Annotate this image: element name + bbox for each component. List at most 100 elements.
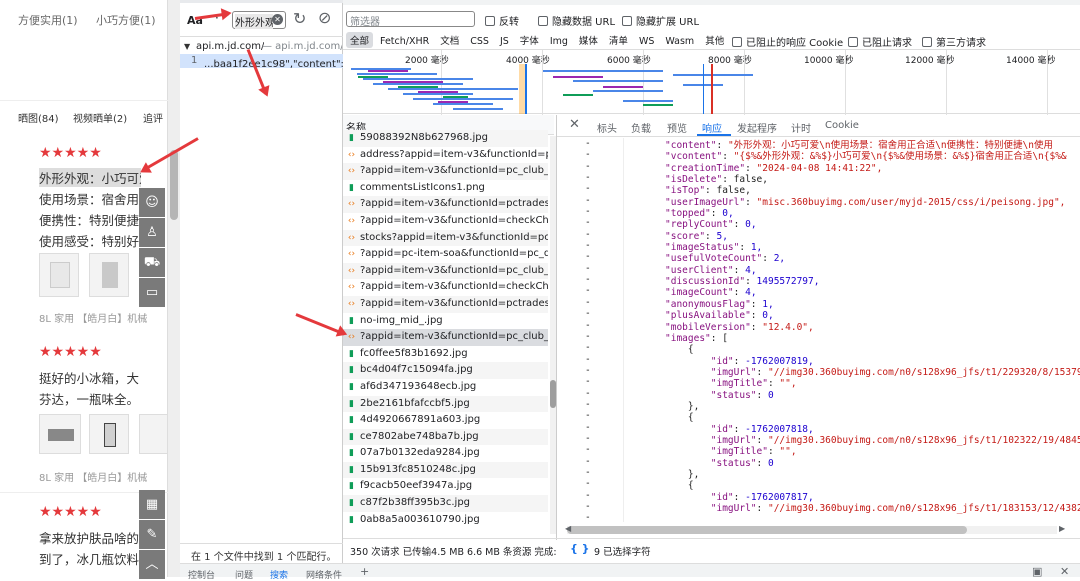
blocked-cookies-checkbox[interactable]: 已阻止的响应 Cookie [732,34,843,49]
review-photo[interactable] [89,253,129,297]
response-line: "usefulVoteCount": 2, [665,253,786,265]
selection-info: 9 已选择字符 [594,547,651,558]
request-row[interactable]: ▮ 0ab8a5a003610790.jpg [343,512,548,529]
request-row[interactable]: ▮ no-img_mid_.jpg [343,313,548,330]
type-manifest[interactable]: 清单 [604,32,632,48]
type-img[interactable]: Img [545,35,572,48]
drawer-tab-network-conditions[interactable]: 网络条件 [306,568,342,581]
type-fetch-xhr[interactable]: Fetch/XHR [376,35,434,48]
type-wasm[interactable]: Wasm [661,35,699,48]
response-viewer[interactable]: ---------------------------------- "cont… [557,138,1080,522]
compare-icon[interactable]: ▭ [139,278,165,307]
dock-icon[interactable]: ▣ [1032,565,1042,578]
blocked-requests-checkbox[interactable]: 已阻止请求 [848,34,912,49]
request-row[interactable]: ▮ 15b913fc8510248c.jpg [343,461,548,479]
review-photo[interactable] [39,253,79,297]
image-file-icon: ▮ [349,464,354,475]
search-result-row[interactable]: 1 ...baa1f2ee1c98","content":"外... [180,54,343,70]
close-icon[interactable]: ✕ [569,117,580,132]
review-photo[interactable] [39,414,81,454]
type-js[interactable]: JS [495,35,513,48]
review-photo[interactable] [139,414,168,454]
tab-timing[interactable]: 计时 [791,120,811,135]
rating-stars: ★★★★★ [39,504,102,520]
tab-initiator[interactable]: 发起程序 [737,120,777,135]
request-row[interactable]: ▮ bc4d04f7c15094fa.jpg [343,362,548,379]
tab-videos[interactable]: 视频晒单(2) [73,110,127,125]
request-row[interactable]: ▮ 07a7b0132eda9284.jpg [343,445,548,462]
type-css[interactable]: CSS [466,35,493,48]
drawer-tab-issues[interactable]: 问题 [235,568,253,581]
tab-headers[interactable]: 标头 [597,120,617,135]
pretty-print-icon[interactable]: { } [570,542,590,555]
response-line: { [665,412,694,424]
request-row[interactable]: ‹› ?appid=pc-item-soa&functionId=pc_detai… [343,246,548,263]
type-other[interactable]: 其他 [701,32,729,48]
drawer-tab-search[interactable]: 搜索 [270,568,288,581]
xhr-icon: ‹› [347,232,356,243]
type-font[interactable]: 字体 [515,32,543,48]
clear-results-icon[interactable]: ⊘ [318,8,331,27]
request-row[interactable]: ‹›?appid=item-v3&functionId=pc_club_pro.… [343,329,548,346]
filter-tag-compact[interactable]: 小巧方便(1) [96,12,156,28]
request-name: ?appid=item-v3&functionId=pc_club_pro... [360,165,548,177]
tab-preview[interactable]: 预览 [667,120,687,135]
clear-icon[interactable]: ✕ [272,14,283,25]
tab-cookie[interactable]: Cookie [825,120,859,131]
response-line: "mobileVersion": "12.4.0", [665,321,814,333]
request-row[interactable]: ▮ c87f2b38ff395b3c.jpg [343,495,548,512]
request-row[interactable]: ‹› ?appid=item-v3&functionId=checkChat&c.… [343,213,548,230]
result-file-path[interactable]: — api.m.jd.com/?... [262,41,342,52]
chat-icon[interactable]: ☺ [139,188,165,217]
request-row[interactable]: ‹›?appid=item-v3&functionId=pc_club_pro.… [343,262,548,280]
tab-payload[interactable]: 负载 [631,120,651,135]
scrollbar-thumb[interactable] [170,150,178,220]
type-all[interactable]: 全部 [346,32,374,48]
timeline-overview[interactable]: 2000 毫秒 4000 毫秒 6000 毫秒 8000 毫秒 10000 毫秒… [343,49,1080,115]
xhr-icon: ‹› [347,265,356,276]
invert-checkbox[interactable]: 反转 [485,13,519,28]
refresh-icon[interactable]: ↻ [293,9,306,28]
review-photo[interactable] [89,414,129,454]
feedback-icon[interactable]: ✎ [139,520,165,549]
result-file-host[interactable]: api.m.jd.com/ [196,41,264,52]
request-row[interactable]: ‹› stocks?appid=item-v3&functionId=pc_sto… [343,229,548,247]
close-drawer-icon[interactable]: ✕ [1060,565,1069,578]
page-scrollbar[interactable] [168,0,180,577]
chevron-down-icon[interactable]: ▼ [184,42,190,51]
request-row[interactable]: ▮ f9cacb50eef3947a.jpg [343,478,548,495]
cart-icon[interactable]: ⛟ [139,248,165,277]
request-row[interactable]: ‹›?appid=item-v3&functionId=pc_club_pro.… [343,163,548,180]
type-ws[interactable]: WS [634,35,659,48]
user-icon[interactable]: ♙ [139,218,165,247]
hide-data-url-checkbox[interactable]: 隐藏数据 URL [538,13,615,28]
request-row[interactable]: ▮ 4d4920667891a603.jpg [343,412,548,429]
drawer-tab-console[interactable]: 控制台 [188,568,215,581]
request-row[interactable]: ‹› ?appid=item-v3&functionId=checkChat&c.… [343,279,548,296]
request-row[interactable]: ▮ 2be2161bfafccbf5.jpg [343,395,548,413]
request-row[interactable]: ▮ fc0ffee5f83b1692.jpg [343,346,548,363]
tab-response[interactable]: 响应 [702,120,722,135]
request-name: 4d4920667891a603.jpg [360,414,481,426]
back-to-top-icon[interactable]: ︿ [139,550,165,579]
third-party-checkbox[interactable]: 第三方请求 [922,34,986,49]
qrcode-icon[interactable]: ▦ [139,490,165,519]
request-row[interactable]: ‹› address?appid=item-v3&functionId=pc_u.… [343,147,548,164]
request-list: ▮ 59088392N8b627968.jpg ‹› address?appid=it… [343,130,548,534]
type-media[interactable]: 媒体 [574,32,602,48]
response-hscrollbar[interactable] [567,526,1057,534]
request-row[interactable]: ▮ 59088392N8b627968.jpg [343,130,548,147]
type-doc[interactable]: 文档 [436,32,464,48]
request-row[interactable]: ▮ commentsListIcons1.png [343,180,548,197]
hide-ext-url-checkbox[interactable]: 隐藏扩展 URL [622,13,699,28]
tab-followup[interactable]: 追评 [143,110,165,125]
request-row[interactable]: ‹› ?appid=item-v3&functionId=pctradesoa_v… [343,196,548,213]
request-row[interactable]: ‹› ?appid=item-v3&functionId=pctradesoa_.… [343,295,548,313]
search-input[interactable]: 外形外观 ✕ [232,11,286,29]
request-row[interactable]: ▮ af6d347193648ecb.jpg [343,379,548,396]
filter-input[interactable]: 筛选器 [346,11,475,28]
filter-tag-practical[interactable]: 方便实用(1) [18,12,78,28]
request-row[interactable]: ▮ ce7802abe748ba7b.jpg [343,428,548,446]
tab-photos[interactable]: 晒图(84) [18,110,59,125]
add-tab-icon[interactable]: + [360,565,369,578]
